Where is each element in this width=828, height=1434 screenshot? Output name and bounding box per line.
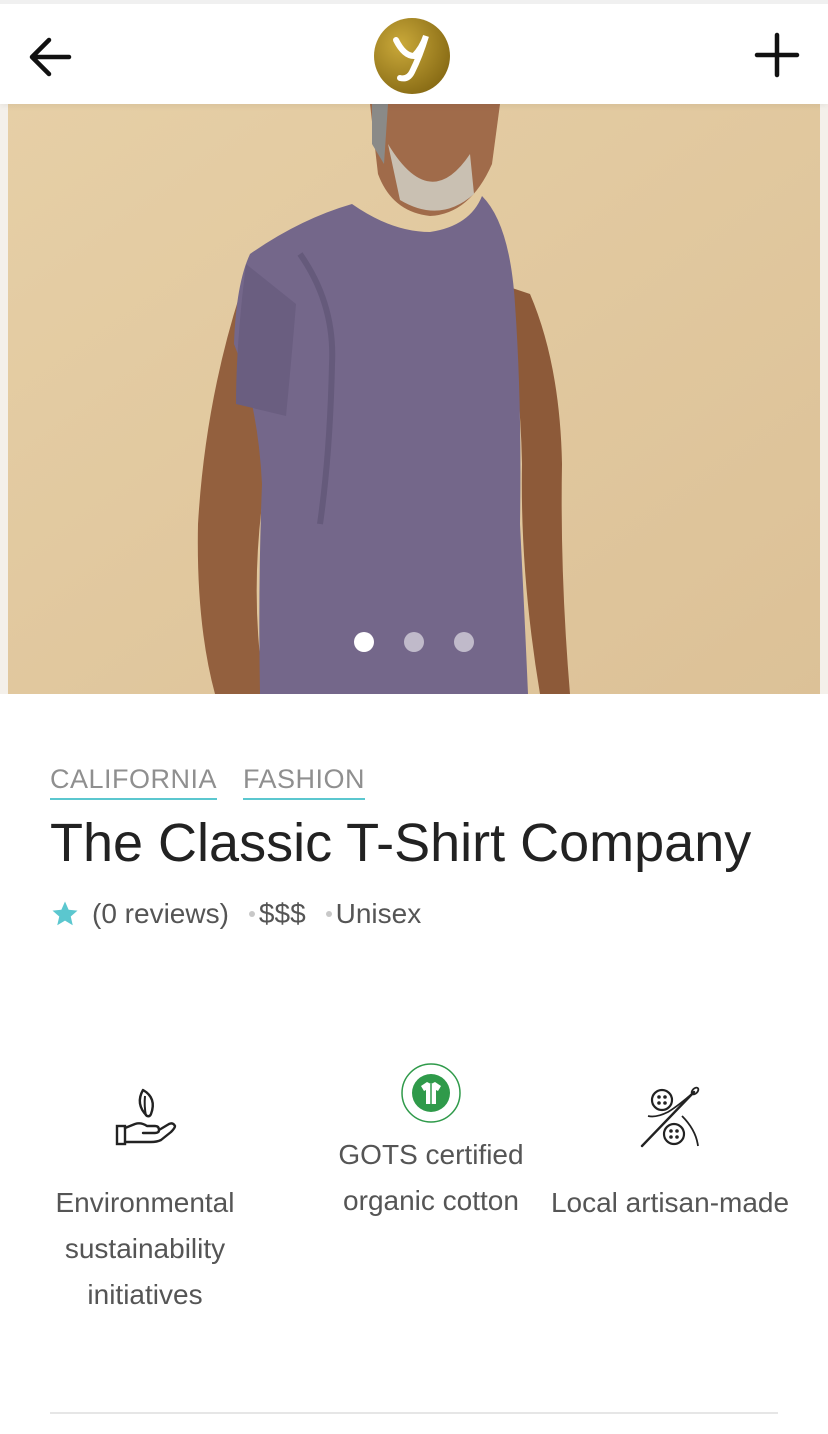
store-meta: (0 reviews) $$$ Unisex: [50, 898, 421, 930]
hand-leaf-icon: [115, 1088, 177, 1146]
product-image-carousel[interactable]: [0, 104, 828, 694]
brand-logo[interactable]: [374, 18, 450, 94]
gender-label: Unisex: [335, 898, 422, 929]
add-button[interactable]: [748, 26, 806, 84]
needle-buttons-icon: [640, 1086, 700, 1148]
tag-location[interactable]: CALIFORNIA: [50, 764, 218, 800]
feature-gots: GOTS certified organic cotton: [311, 1060, 551, 1224]
features-section: Environmental sustainability initiatives…: [0, 1060, 828, 1360]
arrow-left-icon: [29, 37, 72, 77]
price-level: $$$: [258, 898, 306, 929]
feature-artisan: Local artisan-made: [550, 1060, 790, 1226]
gots-certified-icon: [401, 1063, 461, 1123]
store-name: The Classic T-Shirt Company: [50, 813, 752, 873]
feature-label: GOTS certified organic cotton: [338, 1139, 524, 1216]
separator-dot: [325, 911, 332, 917]
tag-category[interactable]: FASHION: [243, 764, 366, 800]
top-bar: [0, 0, 828, 104]
separator-dot: [248, 911, 255, 917]
category-tags: CALIFORNIA FASHION: [50, 764, 366, 800]
star-icon: [52, 901, 78, 926]
feature-sustainability: Environmental sustainability initiatives: [25, 1060, 265, 1318]
section-divider: [50, 1412, 778, 1414]
product-photo: [0, 104, 828, 694]
carousel-dot-3[interactable]: [454, 632, 474, 652]
plus-icon: [754, 32, 800, 78]
feature-label: Local artisan-made: [550, 1187, 790, 1218]
brand-logo-y-icon: [393, 35, 429, 82]
carousel-dot-2[interactable]: [404, 632, 424, 652]
carousel-indicators: [0, 632, 828, 652]
carousel-dot-1[interactable]: [354, 632, 374, 652]
review-count[interactable]: (0 reviews): [92, 898, 229, 930]
feature-label: Environmental sustainability initiatives: [55, 1187, 235, 1310]
back-button[interactable]: [22, 28, 80, 86]
